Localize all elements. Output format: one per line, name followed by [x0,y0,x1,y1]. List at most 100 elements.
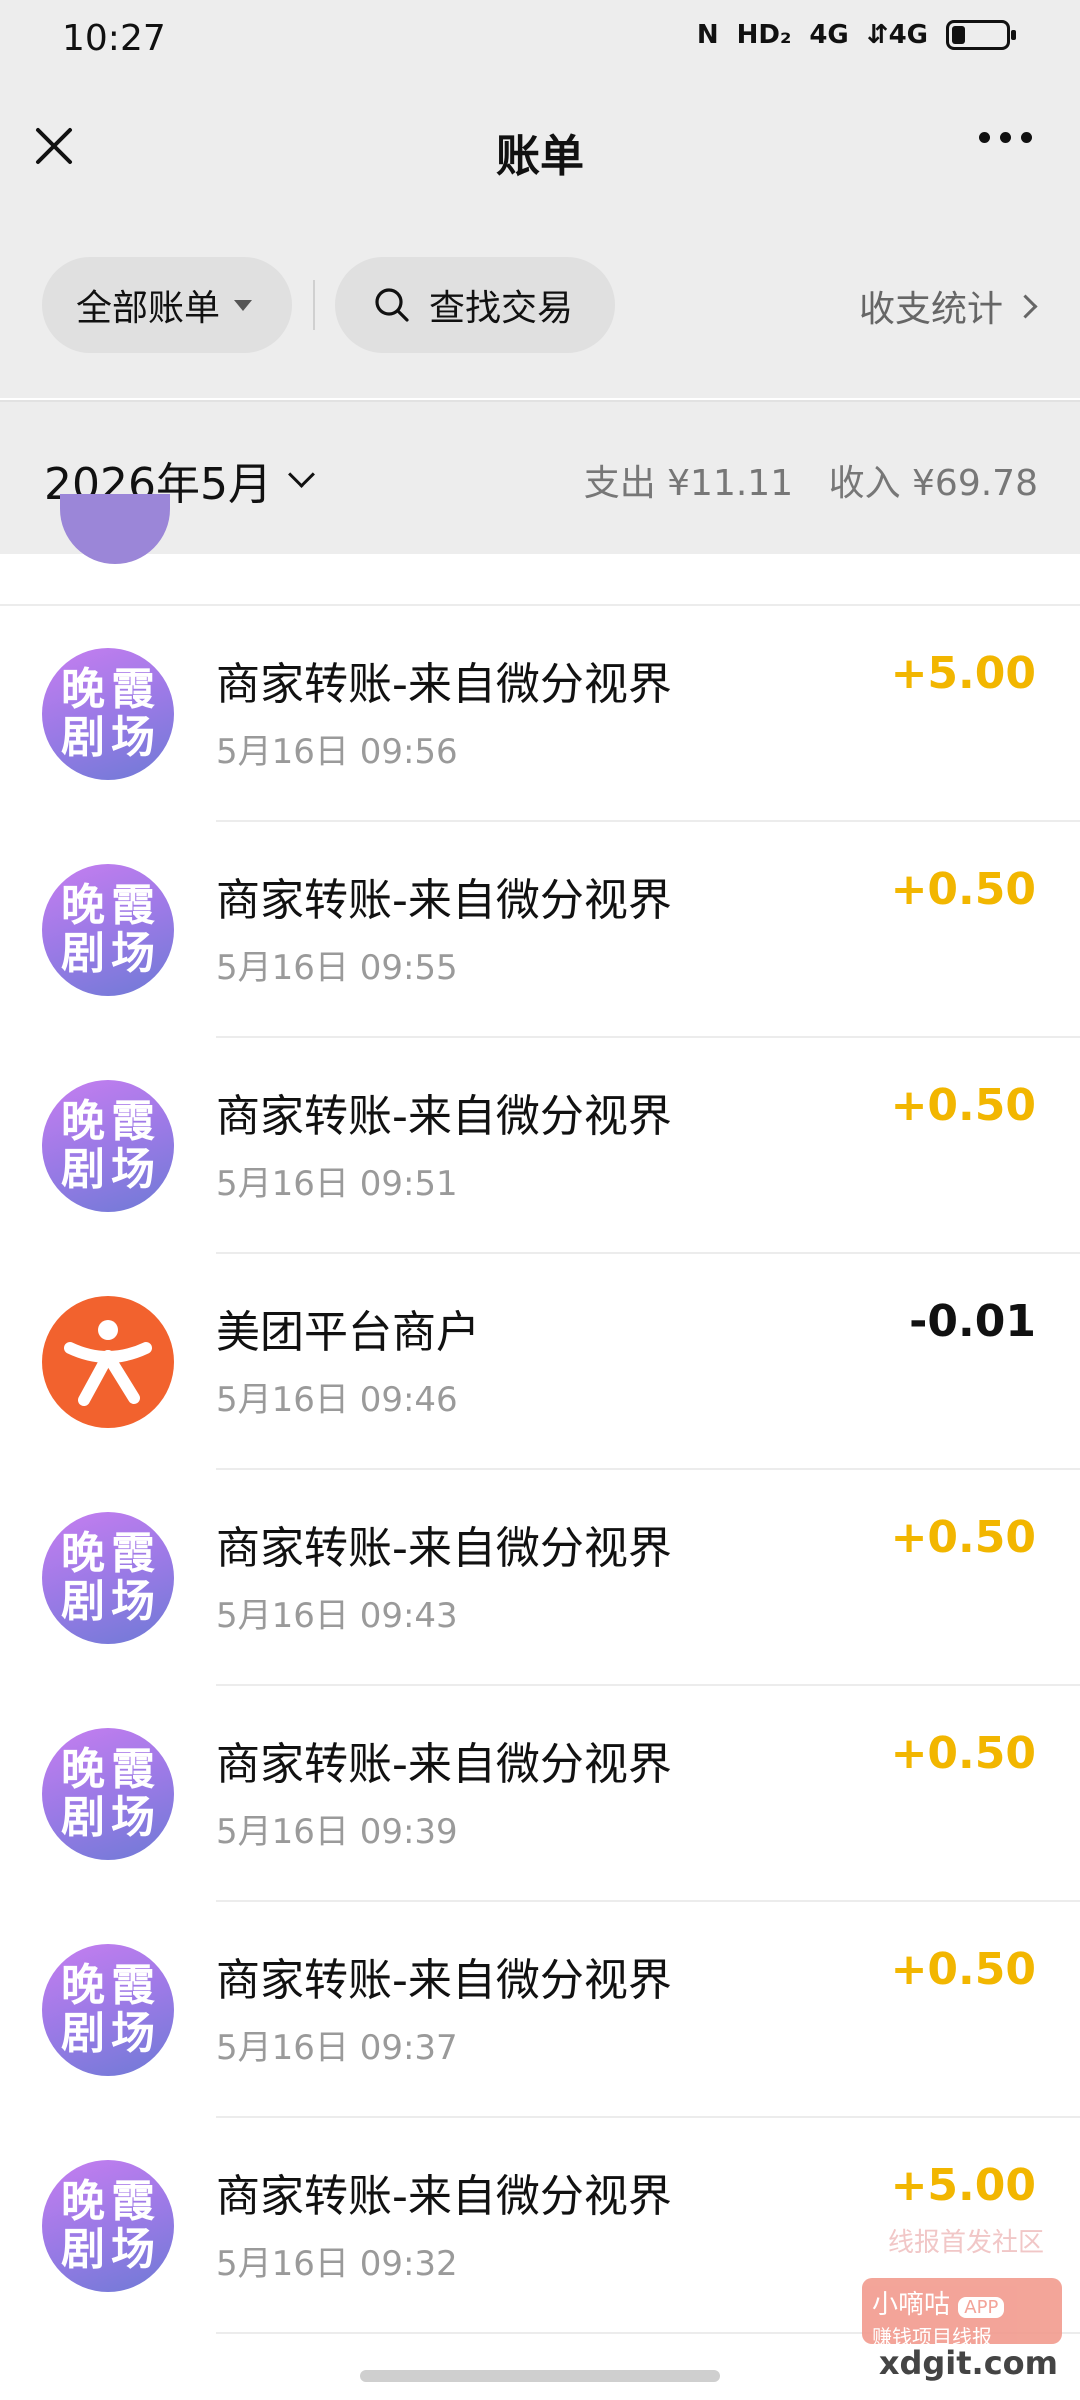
avatar-char: 场 [111,928,155,979]
transaction-time: 5月16日 09:39 [216,1812,458,1852]
transaction-time: 5月16日 09:56 [216,732,458,772]
avatar-char: 场 [111,1792,155,1843]
transaction-time: 5月16日 09:55 [216,948,458,988]
watermark-badge: 小嘀咕 APP 赚钱项目线报 [862,2278,1062,2349]
transaction-title: 商家转账-来自微分视界 [216,1091,672,1142]
avatar-char: 霞 [111,2176,155,2227]
avatar-char: 晚 [61,880,105,931]
nfc-icon: N [696,20,719,50]
list-item[interactable]: 晚霞剧场商家转账-来自微分视界 5月16日 09:43 +0.50 [0,1470,1080,1686]
status-bar: 10:27 N HD₂ 4G ⇵4G [0,0,1080,80]
avatar-char: 场 [111,2008,155,2059]
search-icon [375,288,409,322]
list-item[interactable]: 晚霞剧场商家转账-来自微分视界 5月16日 09:56 +5.00 [0,606,1080,822]
avatar: 晚霞剧场 [42,864,174,996]
avatar [60,494,170,564]
transaction-time: 5月16日 09:51 [216,1164,458,1204]
battery-icon [946,20,1016,50]
avatar-char: 剧 [61,1576,105,1627]
stats-label: 收支统计 [858,289,1003,330]
meituan-logo-icon [42,1296,174,1428]
caret-down-icon [234,299,253,311]
signal-4g-icon: ⇵4G [866,20,928,50]
transaction-time: 5月16日 09:43 [216,1596,458,1636]
status-time: 10:27 [62,18,166,59]
avatar-char: 霞 [111,1528,155,1579]
transaction-amount: +0.50 [890,1080,1036,1131]
avatar-char: 晚 [61,2176,105,2227]
month-summary: 支出 ¥11.11 收入 ¥69.78 [584,454,1038,506]
transaction-title: 美团平台商户 [216,1307,480,1358]
transaction-amount: +0.50 [890,864,1036,915]
list-item[interactable]: 晚霞剧场商家转账-来自微分视界 5月16日 09:55 +0.50 [0,822,1080,1038]
avatar: 晚霞剧场 [42,1944,174,2076]
all-bills-dropdown[interactable]: 全部账单 [42,257,292,353]
list-item[interactable]: 晚霞剧场商家转账-来自微分视界 5月16日 09:39 +0.50 [0,1686,1080,1902]
avatar-char: 剧 [61,1792,105,1843]
watermark-text: 线报首发社区 [887,2228,1044,2258]
transaction-amount: -0.01 [909,1296,1036,1347]
transaction-amount: +5.00 [890,2160,1036,2211]
avatar-char: 晚 [61,1744,105,1795]
avatar: 晚霞剧场 [42,1728,174,1860]
transaction-title: 商家转账-来自微分视界 [216,875,672,926]
list-item[interactable]: 晚霞剧场商家转账-来自微分视界 5月16日 09:51 +0.50 [0,1038,1080,1254]
list-item[interactable]: 美团平台商户 5月16日 09:46 -0.01 [0,1254,1080,1470]
watermark-badge-title: 小嘀咕 [872,2290,951,2320]
avatar-char: 场 [111,712,155,763]
filter-bar: 全部账单 查找交易 收支统计 [0,220,1080,398]
list-item[interactable]: 晚霞剧场商家转账-来自微分视界 5月16日 09:37 +0.50 [0,1902,1080,2118]
transaction-time: 5月16日 09:32 [216,2244,458,2284]
transaction-amount: +0.50 [890,1512,1036,1563]
avatar-char: 霞 [111,1960,155,2011]
transaction-amount: +0.50 [890,1944,1036,1995]
chevron-right-icon [1013,293,1038,319]
income-total: 收入 ¥69.78 [828,463,1038,504]
transaction-title: 商家转账-来自微分视界 [216,659,672,710]
avatar: 晚霞剧场 [42,1080,174,1212]
avatar: 晚霞剧场 [42,648,174,780]
transaction-title: 商家转账-来自微分视界 [216,1955,672,2006]
avatar-char: 霞 [111,664,155,715]
avatar: 晚霞剧场 [42,1512,174,1644]
avatar-char: 霞 [111,880,155,931]
watermark-domain: xdgit.com [878,2344,1058,2382]
transaction-amount: +0.50 [890,1728,1036,1779]
search-label: 查找交易 [429,288,574,329]
avatar-char: 晚 [61,664,105,715]
avatar-char: 场 [111,1576,155,1627]
transaction-amount: +5.00 [890,648,1036,699]
avatar-char: 晚 [61,1960,105,2011]
signal-4g-icon: 4G [809,20,849,50]
hd-icon: HD₂ [736,20,792,50]
avatar-char: 剧 [61,2008,105,2059]
transaction-title: 商家转账-来自微分视界 [216,2171,672,2222]
nav-bar: 账单 [0,80,1080,220]
all-bills-label: 全部账单 [76,288,221,329]
transaction-title: 商家转账-来自微分视界 [216,1523,672,1574]
list-item-partial[interactable] [0,494,1080,606]
avatar-char: 剧 [61,1144,105,1195]
status-icons: N HD₂ 4G ⇵4G [696,20,1016,50]
stats-link[interactable]: 收支统计 [858,280,1038,332]
avatar-char: 剧 [61,2224,105,2275]
avatar: 晚霞剧场 [42,2160,174,2292]
page-title: 账单 [496,131,584,182]
transaction-time: 5月16日 09:37 [216,2028,458,2068]
avatar-char: 场 [111,1144,155,1195]
avatar-char: 剧 [61,928,105,979]
expense-total: 支出 ¥11.11 [583,463,794,504]
watermark-badge-tag: APP [958,2297,1005,2318]
avatar-char: 剧 [61,712,105,763]
avatar-char: 晚 [61,1528,105,1579]
transaction-list: 晚霞剧场商家转账-来自微分视界 5月16日 09:56 +5.00 晚霞剧场商家转账-… [0,494,1080,2334]
search-transactions-button[interactable]: 查找交易 [335,257,615,353]
avatar-char: 霞 [111,1744,155,1795]
transaction-time: 5月16日 09:46 [216,1380,458,1420]
home-indicator [360,2370,720,2382]
avatar-char: 晚 [61,1096,105,1147]
transaction-title: 商家转账-来自微分视界 [216,1739,672,1790]
more-icon[interactable] [979,132,1032,143]
chevron-down-icon [288,460,315,488]
avatar-char: 霞 [111,1096,155,1147]
